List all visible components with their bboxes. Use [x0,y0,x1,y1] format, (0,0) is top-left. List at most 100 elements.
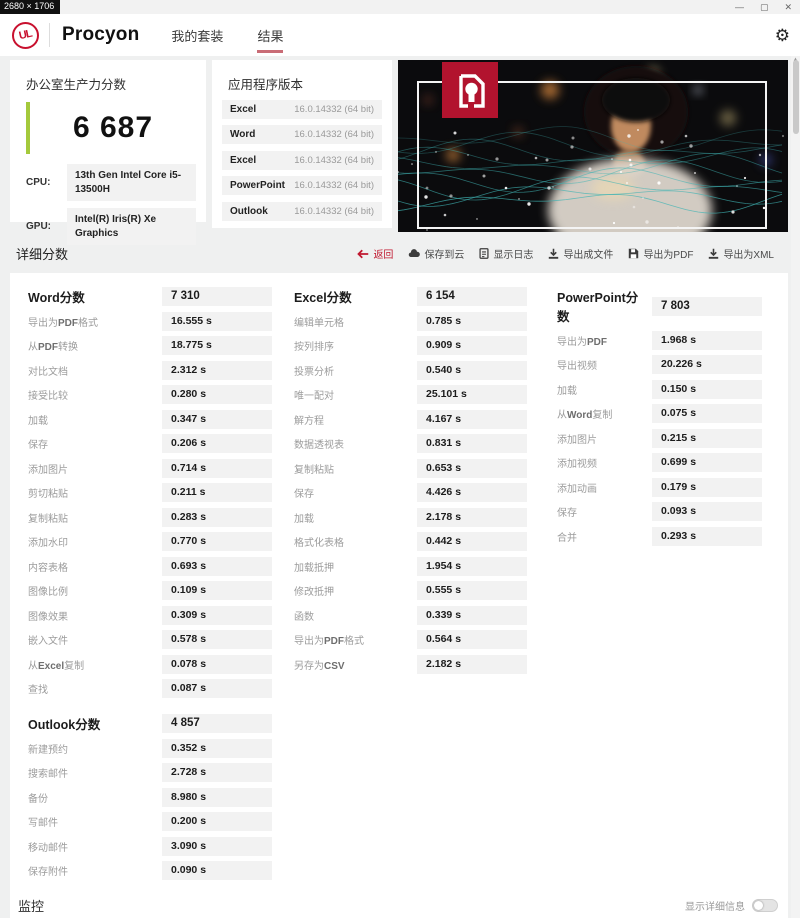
metric-value: 2.178 s [417,508,527,527]
metric-row: 修改抵押0.555 s [294,581,527,600]
metric-value: 0.714 s [162,459,272,478]
toolbar-button-4[interactable]: 导出为PDF [628,246,693,261]
metric-row: 复制粘贴0.283 s [28,508,272,527]
minimize-button[interactable]: — [735,1,744,13]
metric-value: 0.093 s [652,502,762,521]
detail-column-2: Excel分数6 154编辑单元格0.785 s按列排序0.909 s投票分析0… [290,287,545,893]
metric-label: 加载 [557,382,652,397]
metric-value: 0.653 s [417,459,527,478]
metric-row: 解方程4.167 s [294,410,527,429]
metric-value: 0.555 s [417,581,527,600]
section-header: Outlook分数4 857 [28,714,272,733]
metric-label: 导出视频 [557,357,652,372]
metric-label: 合并 [557,529,652,544]
metric-value: 0.339 s [417,606,527,625]
metric-row: 查找0.087 s [28,679,272,698]
overall-score-value: 6 687 [30,111,196,145]
metric-value: 3.090 s [162,837,272,856]
tab-0[interactable]: 我的套装 [171,14,223,56]
metric-row: 导出为PDF1.968 s [557,331,762,350]
metric-row: 新建预约0.352 s [28,739,272,758]
metric-label: 复制粘贴 [28,510,162,525]
score-section-excel: Excel分数6 154编辑单元格0.785 s按列排序0.909 s投票分析0… [294,287,527,674]
metric-label: 保存 [557,504,652,519]
toolbar-button-2[interactable]: 显示日志 [479,246,533,261]
show-details-toggle[interactable] [752,899,778,912]
section-header: Word分数7 310 [28,287,272,306]
tab-1[interactable]: 结果 [257,14,283,56]
spec-label: CPU: [26,177,67,188]
toolbar-button-label: 导出为PDF [643,246,693,261]
metric-label: 添加水印 [28,534,162,549]
save-icon [628,248,639,259]
close-button[interactable]: ✕ [784,1,792,13]
monitor-bar: 监控 显示详细信息 [10,893,788,918]
metric-value: 0.785 s [417,312,527,331]
maximize-button[interactable]: ▢ [760,1,769,13]
metric-row: 投票分析0.540 s [294,361,527,380]
scrollbar-thumb[interactable] [793,60,799,134]
metric-row: 添加图片0.215 s [557,429,762,448]
section-header: PowerPoint分数7 803 [557,287,762,325]
metric-label: 唯一配对 [294,387,417,402]
metric-label: 编辑单元格 [294,314,417,329]
metric-label: 添加动画 [557,480,652,495]
section-title: PowerPoint分数 [557,287,652,325]
metric-value: 0.078 s [162,655,272,674]
metric-row: 移动邮件3.090 s [28,837,272,856]
metric-row: 保存4.426 s [294,483,527,502]
section-score: 6 154 [417,287,527,306]
metric-label: 嵌入文件 [28,632,162,647]
metric-row: 添加动画0.179 s [557,478,762,497]
monitor-title: 监控 [18,896,44,915]
app-version: 16.0.14332 (64 bit) [294,155,374,166]
metric-label: 保存 [294,485,417,500]
detail-column-3: PowerPoint分数7 803 导出为PDF1.968 s 导出视频20.226… [545,287,780,893]
metric-value: 0.293 s [652,527,762,546]
toolbar-button-0[interactable]: 返回 [357,246,393,261]
toolbar-button-label: 导出成文件 [563,246,613,261]
metric-label: 函数 [294,608,417,623]
download-icon [548,248,559,259]
metric-row: 添加视频0.699 s [557,453,762,472]
toolbar-button-1[interactable]: 保存到云 [408,246,464,261]
toolbar-button-5[interactable]: 导出为XML [708,246,774,261]
overall-score-card: 办公室生产力分数 6 687 CPU:13th Gen Intel Core i… [10,60,206,222]
metric-label: 保存 [28,436,162,451]
settings-gear-icon[interactable]: ⚙ [775,27,790,44]
metric-value: 2.728 s [162,763,272,782]
metric-label: 添加图片 [557,431,652,446]
metric-row: 格式化表格0.442 s [294,532,527,551]
metric-row: 从Word复制0.075 s [557,404,762,423]
metric-label: 添加图片 [28,461,162,476]
score-section-word: Word分数7 310导出为PDF格式16.555 s从PDF转换18.775 … [28,287,272,698]
resolution-badge: 2680 × 1706 [0,0,60,14]
metric-value: 0.179 s [652,478,762,497]
metric-value: 2.182 s [417,655,527,674]
metric-label: 复制粘贴 [294,461,417,476]
vertical-scrollbar[interactable]: ▲ [791,56,800,918]
version-row-0: Excel16.0.14332 (64 bit) [222,100,382,119]
metric-row: 保存0.093 s [557,502,762,521]
metric-label: 从Word复制 [557,406,652,421]
toolbar-button-3[interactable]: 导出成文件 [548,246,613,261]
app-versions-title: 应用程序版本 [228,74,382,93]
summary-row: 办公室生产力分数 6 687 CPU:13th Gen Intel Core i… [0,56,800,232]
spec-value: 13th Gen Intel Core i5-13500H [67,164,196,201]
toolbar-button-label: 保存到云 [424,246,464,261]
metric-row: 加载2.178 s [294,508,527,527]
spec-row-0: CPU:13th Gen Intel Core i5-13500H [26,164,196,201]
toolbar-buttons: 返回 保存到云显示日志 导出成文件 导出为PDF 导出为XML [357,246,774,261]
metric-row: 导出视频20.226 s [557,355,762,374]
section-title: Word分数 [28,287,162,306]
score-section-outlook: Outlook分数4 857新建预约0.352 s搜索邮件2.728 s备份8.… [28,714,272,880]
app-header: UL Procyon 我的套装结果 ⚙ [0,14,800,56]
spec-value: Intel(R) Iris(R) Xe Graphics [67,208,196,245]
spec-row-1: GPU:Intel(R) Iris(R) Xe Graphics [26,208,196,245]
metric-label: 加载抵押 [294,559,417,574]
metric-row: 导出为PDF格式16.555 s [28,312,272,331]
metric-label: 格式化表格 [294,534,417,549]
metric-value: 0.150 s [652,380,762,399]
back-arrow-icon [357,249,369,259]
metric-value: 20.226 s [652,355,762,374]
